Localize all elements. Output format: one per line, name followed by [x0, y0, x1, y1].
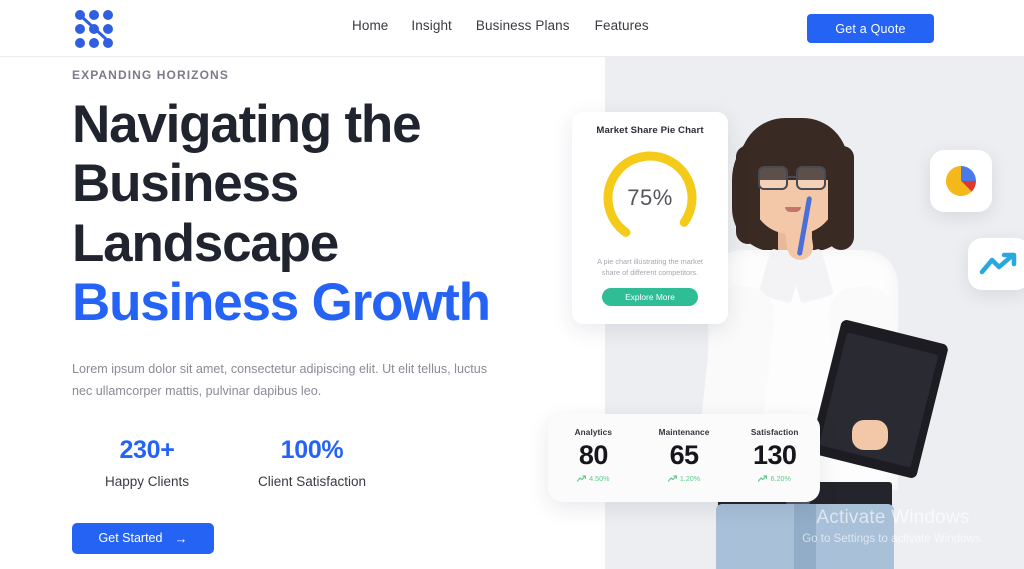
person-glasses-right-lens	[796, 166, 826, 190]
brand-dots-logo[interactable]	[70, 8, 118, 50]
get-a-quote-button[interactable]: Get a Quote	[807, 14, 934, 43]
trending-up-icon	[979, 252, 1017, 275]
trending-up-icon	[758, 475, 768, 482]
trending-up-icon	[577, 475, 587, 482]
stat-label: Happy Clients	[104, 473, 190, 489]
floating-pie-chart-card	[930, 150, 992, 212]
market-share-pie-card: Market Share Pie Chart 75% A pie chart i…	[572, 112, 728, 324]
metric-label: Satisfaction	[750, 428, 799, 437]
donut-chart: 75%	[584, 146, 716, 250]
person-hair-right	[828, 146, 854, 250]
metrics-summary-card: Analytics 80 4.50% Maintenance 65 1.20%	[548, 414, 820, 502]
page-title: Navigating the Business Landscape Busine…	[72, 95, 572, 332]
landing-page: Home Insight Business Plans Features Get…	[0, 0, 1024, 569]
person-hand-right	[852, 420, 888, 450]
stat-value: 100%	[280, 435, 344, 464]
nav-item-features[interactable]: Features	[595, 18, 649, 33]
hero-eyebrow: EXPANDING HORIZONS	[72, 68, 229, 82]
hero-section: EXPANDING HORIZONS Navigating the Busine…	[72, 68, 572, 554]
headline-accent: Business Growth	[72, 273, 491, 333]
stat-label: Client Satisfaction	[257, 473, 367, 489]
metric-value: 65	[669, 440, 699, 470]
person-mouth	[785, 207, 801, 212]
get-started-button[interactable]: Get Started →	[72, 522, 214, 554]
person-glasses-bridge	[788, 176, 796, 178]
metric-delta: 6.20%	[729, 474, 820, 483]
floating-trending-up-card	[968, 238, 1024, 290]
headline-line-1: Navigating the	[72, 95, 422, 154]
metric-value: 80	[578, 440, 608, 470]
stat-happy-clients: 230+ Happy Clients	[72, 436, 222, 489]
person-jeans-shadow	[794, 504, 816, 569]
metric-delta-value: 4.50%	[589, 474, 610, 483]
headline-line-3: Landscape	[72, 213, 339, 273]
arrow-right-icon: →	[174, 530, 188, 546]
hero-description: Lorem ipsum dolor sit amet, consectetur …	[72, 362, 488, 399]
headline-line-2: Business	[72, 154, 299, 214]
metric-value: 130	[753, 440, 797, 470]
stat-value: 230+	[119, 435, 175, 464]
metric-delta: 1.20%	[639, 474, 730, 483]
pie-card-title: Market Share Pie Chart	[596, 125, 704, 136]
person-hair-left	[736, 146, 760, 244]
trending-up-icon	[667, 475, 677, 482]
pie-chart-icon	[945, 166, 976, 196]
metric-maintenance: Maintenance 65 1.20%	[639, 428, 730, 483]
get-started-label: Get Started	[98, 531, 163, 545]
metric-satisfaction: Satisfaction 130 6.20%	[729, 428, 820, 483]
nav-item-home[interactable]: Home	[352, 18, 411, 33]
metric-delta: 4.50%	[548, 474, 639, 483]
person-glasses-left-lens	[758, 166, 788, 190]
donut-center-value: 75%	[627, 185, 673, 210]
metric-delta-value: 6.20%	[770, 474, 791, 483]
metric-label: Maintenance	[658, 428, 710, 437]
stat-client-satisfaction: 100% Client Satisfaction	[222, 436, 402, 489]
metric-delta-value: 1.20%	[679, 474, 701, 483]
nav-item-business-plans[interactable]: Business Plans	[476, 18, 595, 33]
main-navigation: Home Insight Business Plans Features	[352, 18, 649, 33]
pie-card-description: A pie chart illustrating the market shar…	[597, 257, 703, 278]
nav-item-insight[interactable]: Insight	[411, 18, 475, 33]
metric-analytics: Analytics 80 4.50%	[548, 428, 639, 483]
explore-more-button[interactable]: Explore More	[602, 287, 698, 306]
site-header: Home Insight Business Plans Features Get…	[0, 0, 1024, 57]
hero-stats: 230+ Happy Clients 100% Client Satisfact…	[72, 436, 572, 489]
metric-label: Analytics	[574, 428, 612, 437]
